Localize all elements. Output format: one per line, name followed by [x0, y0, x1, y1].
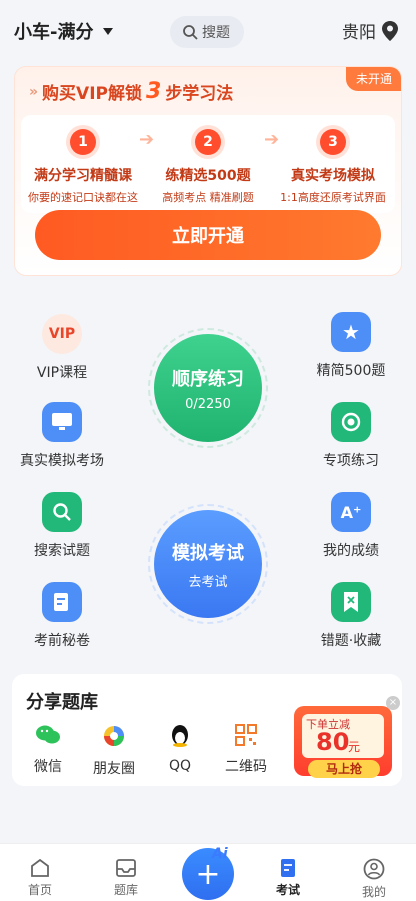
menu-my-scores[interactable]: A⁺ 我的成绩 [303, 492, 399, 560]
step-subtitle: 高频考点 精准刷题 [162, 191, 254, 204]
vip-step-1: 1 满分学习精髓课 你要的速记口诀都在这 [21, 115, 145, 205]
practice-progress: 0/2250 [185, 396, 231, 412]
inbox-icon [116, 859, 136, 877]
vip-title-suffix: 步学习法 [165, 84, 234, 104]
vip-title: » 购买VIP解锁 3 步学习法 [29, 79, 233, 104]
menu-secret-papers[interactable]: 考前秘卷 [14, 582, 110, 650]
step-number: 1 [70, 129, 96, 155]
share-label: QQ [168, 758, 192, 774]
vip-card: » 购买VIP解锁 3 步学习法 未开通 1 满分学习精髓课 你要的速记口诀都在… [14, 66, 402, 276]
share-qrcode[interactable]: 二维码 [216, 724, 276, 776]
city-label: 贵阳 [342, 23, 376, 43]
practice-title: 顺序练习 [172, 368, 244, 390]
menu-mistakes-favorites[interactable]: 错题·收藏 [303, 582, 399, 650]
step-title: 练精选500题 [165, 168, 251, 184]
vip-steps: 1 满分学习精髓课 你要的速记口诀都在这 ➔ 2 练精选500题 高频考点 精准… [21, 115, 395, 213]
ai-badge: Ai [212, 846, 228, 862]
promo-coupon[interactable]: 下单立减 80 元 马上抢 × [288, 696, 400, 782]
mock-exam-ring: 模拟考试 去考试 [148, 504, 268, 624]
menu-label: 考前秘卷 [34, 633, 90, 649]
vip-status-badge: 未开通 [345, 67, 401, 91]
share-qq[interactable]: QQ [150, 724, 210, 774]
share-moments[interactable]: 朋友圈 [84, 724, 144, 778]
city-selector[interactable]: 贵阳 [342, 18, 398, 43]
exam-subtitle: 去考试 [188, 574, 228, 590]
menu-label: 精简500题 [316, 363, 386, 379]
vip-icon: VIP [42, 314, 82, 354]
chevrons-icon: » [29, 83, 39, 100]
car-type-label: 小车-满分 [14, 22, 94, 43]
step-subtitle: 你要的速记口诀都在这 [28, 191, 138, 204]
sequential-practice-ring: 顺序练习 0/2250 [148, 328, 268, 448]
exam-title: 模拟考试 [172, 542, 244, 564]
tab-exam[interactable]: 考试 [258, 858, 318, 898]
menu-label: 错题·收藏 [320, 633, 382, 649]
vip-title-prefix: 购买VIP解锁 [42, 84, 142, 104]
mock-exam-button[interactable]: 模拟考试 去考试 [154, 510, 262, 618]
document-edit-icon [42, 582, 82, 622]
tab-label: 题库 [113, 883, 138, 897]
dropdown-arrow-icon [103, 27, 114, 35]
vip-step-3: 3 真实考场模拟 1:1高度还原考试界面 [271, 115, 395, 205]
menu-vip-course[interactable]: VIP VIP课程 [14, 314, 110, 382]
tab-label: 首页 [27, 883, 52, 897]
menu-special-practice[interactable]: 专项练习 [303, 402, 399, 470]
user-icon [363, 858, 385, 880]
promo-amount: 80 [316, 728, 350, 756]
sequential-practice-button[interactable]: 顺序练习 0/2250 [154, 334, 262, 442]
menu-real-exam-room[interactable]: 真实模拟考场 [14, 402, 110, 470]
tab-home[interactable]: 首页 [10, 858, 70, 898]
vip-open-button[interactable]: 立即开通 [35, 210, 381, 260]
tab-mine[interactable]: 我的 [344, 858, 404, 900]
menu-label: 我的成绩 [323, 543, 379, 559]
tab-label: 我的 [361, 885, 386, 899]
bookmark-icon [331, 582, 371, 622]
grade-report-icon: A⁺ [331, 492, 371, 532]
search-label: 搜题 [202, 25, 230, 41]
location-pin-icon [382, 20, 398, 41]
menu-label: 搜索试题 [34, 543, 90, 559]
exam-doc-icon [281, 859, 295, 877]
menu-search-questions[interactable]: 搜索试题 [14, 492, 110, 560]
tab-label: 考试 [275, 883, 300, 897]
step-number: 2 [195, 129, 221, 155]
qq-penguin-icon [172, 725, 188, 747]
share-label: 朋友圈 [93, 761, 135, 777]
step-subtitle: 1:1高度还原考试界面 [280, 191, 386, 204]
step-number: 3 [320, 129, 346, 155]
vip-step-2: 2 练精选500题 高频考点 精准刷题 [146, 115, 270, 205]
share-label: 微信 [34, 759, 62, 775]
vip-title-num: 3 [146, 79, 162, 104]
qr-code-icon [235, 724, 257, 746]
moments-icon [104, 726, 124, 746]
share-title: 分享题库 [26, 692, 98, 713]
menu-label: 专项练习 [323, 453, 379, 469]
star-icon: ★ [331, 312, 371, 352]
close-icon[interactable]: × [386, 696, 400, 710]
share-label: 二维码 [225, 759, 267, 775]
monitor-icon [42, 402, 82, 442]
promo-unit: 元 [348, 740, 361, 754]
menu-label: VIP课程 [36, 365, 88, 381]
car-type-selector[interactable]: 小车-满分 [14, 18, 114, 44]
share-wechat[interactable]: 微信 [18, 724, 78, 776]
promo-grab-button[interactable]: 马上抢 [308, 760, 380, 778]
home-icon [31, 858, 49, 877]
search-icon [42, 492, 82, 532]
wechat-icon [36, 725, 60, 744]
menu-simplified-500[interactable]: ★ 精简500题 [303, 312, 399, 380]
step-title: 真实考场模拟 [291, 168, 375, 184]
search-icon [183, 25, 198, 40]
tab-question-bank[interactable]: 题库 [96, 858, 156, 898]
menu-label: 真实模拟考场 [20, 453, 104, 469]
target-icon [331, 402, 371, 442]
search-button[interactable]: 搜题 [170, 16, 244, 48]
step-title: 满分学习精髓课 [34, 168, 132, 184]
